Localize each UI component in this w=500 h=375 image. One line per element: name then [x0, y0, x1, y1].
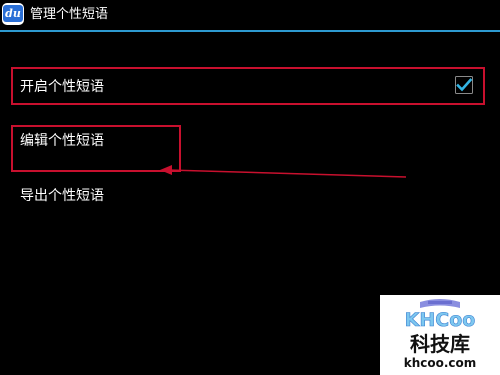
page-title: 管理个性短语 [30, 7, 109, 22]
title-bar: du 管理个性短语 [0, 0, 500, 30]
du-keyboard-icon[interactable]: du [2, 3, 24, 25]
highlight-box-enable [11, 67, 485, 105]
watermark-cn-text: 科技库 [410, 332, 470, 356]
du-icon-text: du [3, 5, 23, 22]
export-phrases-item[interactable]: 导出个性短语 [20, 186, 104, 206]
watermark: KHCoo 科技库 khcoo.com [380, 295, 500, 375]
title-divider [0, 30, 500, 32]
annotation-arrow-icon [160, 165, 407, 178]
khcoo-logo: KHCoo [404, 299, 476, 331]
watermark-url: khcoo.com [403, 356, 477, 370]
svg-text:KHCoo: KHCoo [405, 309, 476, 331]
